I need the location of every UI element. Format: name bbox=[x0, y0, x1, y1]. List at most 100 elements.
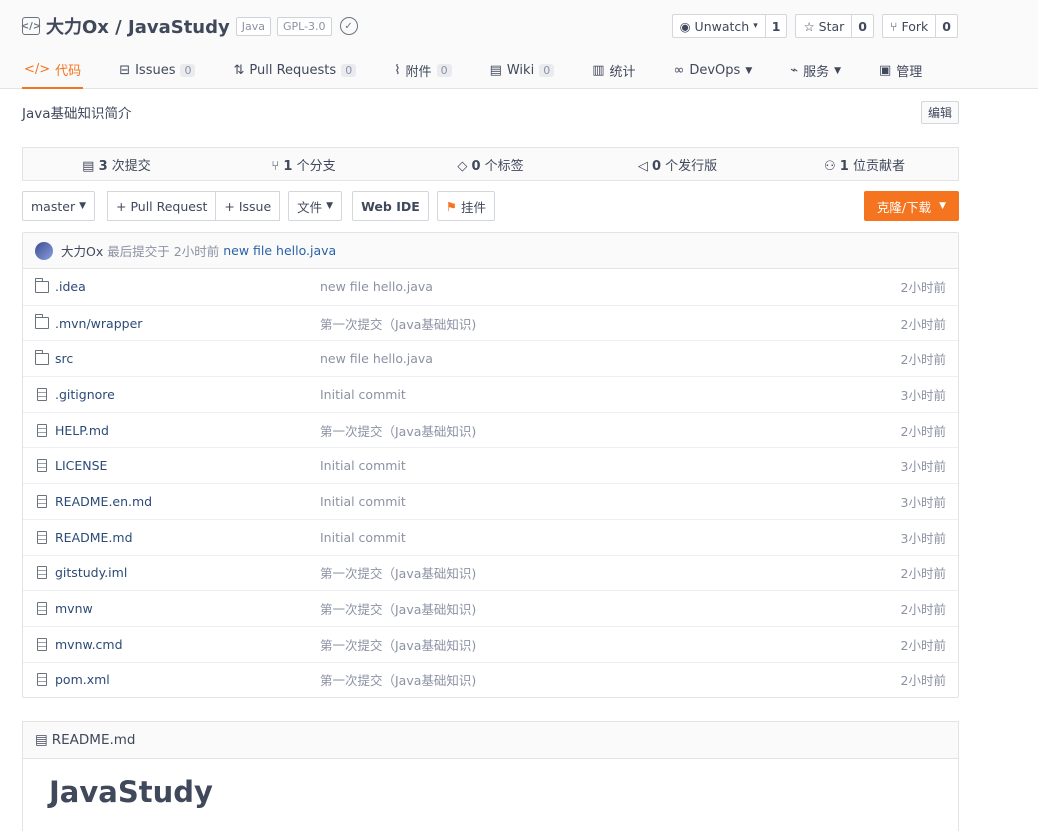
pendant-button[interactable]: ⚑ 挂件 bbox=[436, 191, 495, 221]
stat-tags[interactable]: ◇ 0 个标签 bbox=[397, 155, 584, 174]
file-name[interactable]: mvnw bbox=[55, 601, 93, 616]
commit-message-link[interactable]: new file hello.java bbox=[223, 243, 336, 258]
stat-contributors[interactable]: ⚇ 1 位贡献者 bbox=[771, 155, 958, 174]
file-name-cell[interactable]: README.en.md bbox=[23, 494, 320, 509]
fork-count[interactable]: 0 bbox=[936, 15, 957, 37]
file-commit-message[interactable]: 第一次提交（Java基础知识) bbox=[320, 635, 868, 654]
readme-body: JavaStudy bbox=[23, 759, 958, 825]
readme-heading: JavaStudy bbox=[49, 775, 213, 810]
file-name[interactable]: README.md bbox=[55, 530, 133, 545]
file-commit-message[interactable]: 第一次提交（Java基础知识) bbox=[320, 421, 868, 440]
last-commit-bar: 大力Ox 最后提交于 2小时前 new file hello.java bbox=[23, 233, 958, 269]
file-commit-message[interactable]: Initial commit bbox=[320, 458, 868, 473]
table-row[interactable]: LICENSE Initial commit 3小时前 bbox=[23, 447, 958, 483]
tab-count: 0 bbox=[180, 64, 196, 77]
commit-prefix: 最后提交于 bbox=[107, 244, 170, 259]
chevron-down-icon: ▼ bbox=[834, 65, 841, 76]
file-name[interactable]: gitstudy.iml bbox=[55, 565, 127, 580]
repo-stats: ▤ 3 次提交 ⑂ 1 个分支 ◇ 0 个标签 ◁ 0 个发行版 ⚇ 1 位贡献… bbox=[22, 147, 959, 181]
file-name-cell[interactable]: src bbox=[23, 349, 320, 366]
file-name[interactable]: src bbox=[55, 351, 73, 366]
file-name[interactable]: mvnw.cmd bbox=[55, 637, 123, 652]
file-name[interactable]: .idea bbox=[55, 279, 86, 294]
file-name-cell[interactable]: gitstudy.iml bbox=[23, 565, 320, 580]
watch-button[interactable]: ◉ Unwatch ▾ 1 bbox=[671, 14, 788, 38]
table-row[interactable]: mvnw.cmd 第一次提交（Java基础知识) 2小时前 bbox=[23, 625, 958, 662]
file-name[interactable]: pom.xml bbox=[55, 672, 110, 687]
file-commit-time: 2小时前 bbox=[900, 673, 946, 689]
file-commit-message[interactable]: Initial commit bbox=[320, 387, 868, 402]
file-commit-message[interactable]: new file hello.java bbox=[320, 279, 868, 294]
new-pull-request-button[interactable]: + Pull Request bbox=[107, 191, 217, 221]
file-commit-message[interactable]: 第一次提交（Java基础知识) bbox=[320, 563, 868, 582]
table-row[interactable]: src new file hello.java 2小时前 bbox=[23, 340, 958, 376]
branch-select[interactable]: master ▼ bbox=[22, 191, 95, 221]
pull-request-icon: ⇅ bbox=[233, 63, 245, 78]
file-name-cell[interactable]: .idea bbox=[23, 277, 320, 294]
file-name[interactable]: README.en.md bbox=[55, 494, 152, 509]
stat-commits[interactable]: ▤ 3 次提交 bbox=[23, 155, 210, 174]
file-name-cell[interactable]: HELP.md bbox=[23, 423, 320, 438]
tags-count: 0 bbox=[471, 158, 481, 174]
edit-button[interactable]: 编辑 bbox=[920, 100, 959, 124]
devops-icon: ∞ bbox=[673, 63, 685, 78]
file-name-cell[interactable]: .mvn/wrapper bbox=[23, 314, 320, 331]
table-row[interactable]: .idea new file hello.java 2小时前 bbox=[23, 269, 958, 305]
language-tag[interactable]: Java bbox=[235, 16, 271, 36]
table-row[interactable]: gitstudy.iml 第一次提交（Java基础知识) 2小时前 bbox=[23, 554, 958, 591]
file-commit-message[interactable]: Initial commit bbox=[320, 494, 868, 509]
file-list: 大力Ox 最后提交于 2小时前 new file hello.java .ide… bbox=[22, 232, 959, 699]
file-name-cell[interactable]: mvnw bbox=[23, 601, 320, 616]
tab-count: 0 bbox=[341, 64, 357, 77]
file-commit-message[interactable]: 第一次提交（Java基础知识) bbox=[320, 670, 868, 689]
file-name-cell[interactable]: mvnw.cmd bbox=[23, 637, 320, 652]
star-count[interactable]: 0 bbox=[852, 15, 873, 37]
folder-icon bbox=[35, 349, 49, 365]
table-row[interactable]: pom.xml 第一次提交（Java基础知识) 2小时前 bbox=[23, 661, 958, 698]
file-commit-message[interactable]: new file hello.java bbox=[320, 351, 868, 366]
create-button-group: + Pull Request + Issue bbox=[107, 191, 281, 221]
readme-filename: README.md bbox=[51, 732, 136, 749]
file-name[interactable]: HELP.md bbox=[55, 423, 109, 438]
stats-icon: ▥ bbox=[592, 63, 605, 78]
table-row[interactable]: .mvn/wrapper 第一次提交（Java基础知识) 2小时前 bbox=[23, 304, 958, 341]
file-commit-message[interactable]: Initial commit bbox=[320, 530, 868, 545]
table-row[interactable]: .gitignore Initial commit 3小时前 bbox=[23, 376, 958, 412]
file-name[interactable]: .mvn/wrapper bbox=[55, 316, 142, 331]
file-icon bbox=[37, 530, 47, 544]
avatar[interactable] bbox=[35, 241, 53, 260]
star-button[interactable]: ☆ Star 0 bbox=[795, 14, 874, 38]
file-name[interactable]: LICENSE bbox=[55, 458, 107, 473]
clone-download-button[interactable]: 克隆/下载 ▼ bbox=[863, 191, 959, 221]
attachment-icon: ⌇ bbox=[394, 63, 401, 78]
table-row[interactable]: README.en.md Initial commit 3小时前 bbox=[23, 483, 958, 519]
file-commit-message[interactable]: 第一次提交（Java基础知识) bbox=[320, 314, 868, 333]
branches-label: 个分支 bbox=[296, 158, 336, 174]
license-tag[interactable]: GPL-3.0 bbox=[277, 16, 332, 36]
commit-author[interactable]: 大力Ox bbox=[61, 241, 103, 260]
table-row[interactable]: HELP.md 第一次提交（Java基础知识) 2小时前 bbox=[23, 411, 958, 448]
file-commit-message[interactable]: 第一次提交（Java基础知识) bbox=[320, 599, 868, 618]
file-name-cell[interactable]: README.md bbox=[23, 530, 320, 545]
files-dropdown[interactable]: 文件 ▼ bbox=[288, 191, 343, 221]
file-name-cell[interactable]: .gitignore bbox=[23, 387, 320, 402]
watch-label: Unwatch bbox=[694, 18, 750, 34]
repo-title[interactable]: 大力Ox / JavaStudy bbox=[46, 13, 230, 39]
watch-count[interactable]: 1 bbox=[766, 15, 787, 37]
file-name-cell[interactable]: pom.xml bbox=[23, 672, 320, 687]
fork-button[interactable]: ⑂ Fork 0 bbox=[882, 14, 958, 38]
file-name-cell[interactable]: LICENSE bbox=[23, 458, 320, 473]
file-name[interactable]: .gitignore bbox=[55, 387, 115, 402]
stat-releases[interactable]: ◁ 0 个发行版 bbox=[584, 155, 771, 174]
web-ide-button[interactable]: Web IDE bbox=[352, 191, 429, 221]
file-icon: ▤ bbox=[35, 732, 48, 749]
table-row[interactable]: README.md Initial commit 3小时前 bbox=[23, 518, 958, 555]
table-row[interactable]: mvnw 第一次提交（Java基础知识) 2小时前 bbox=[23, 590, 958, 626]
stat-branches[interactable]: ⑂ 1 个分支 bbox=[210, 155, 397, 174]
folder-icon bbox=[35, 277, 49, 293]
recommend-badge-icon[interactable]: ✓ bbox=[339, 17, 358, 35]
branch-icon: ⑂ bbox=[271, 158, 280, 174]
new-issue-button[interactable]: + Issue bbox=[216, 191, 281, 221]
file-icon bbox=[37, 637, 47, 651]
repo-description: Java基础知识简介 bbox=[22, 106, 132, 122]
